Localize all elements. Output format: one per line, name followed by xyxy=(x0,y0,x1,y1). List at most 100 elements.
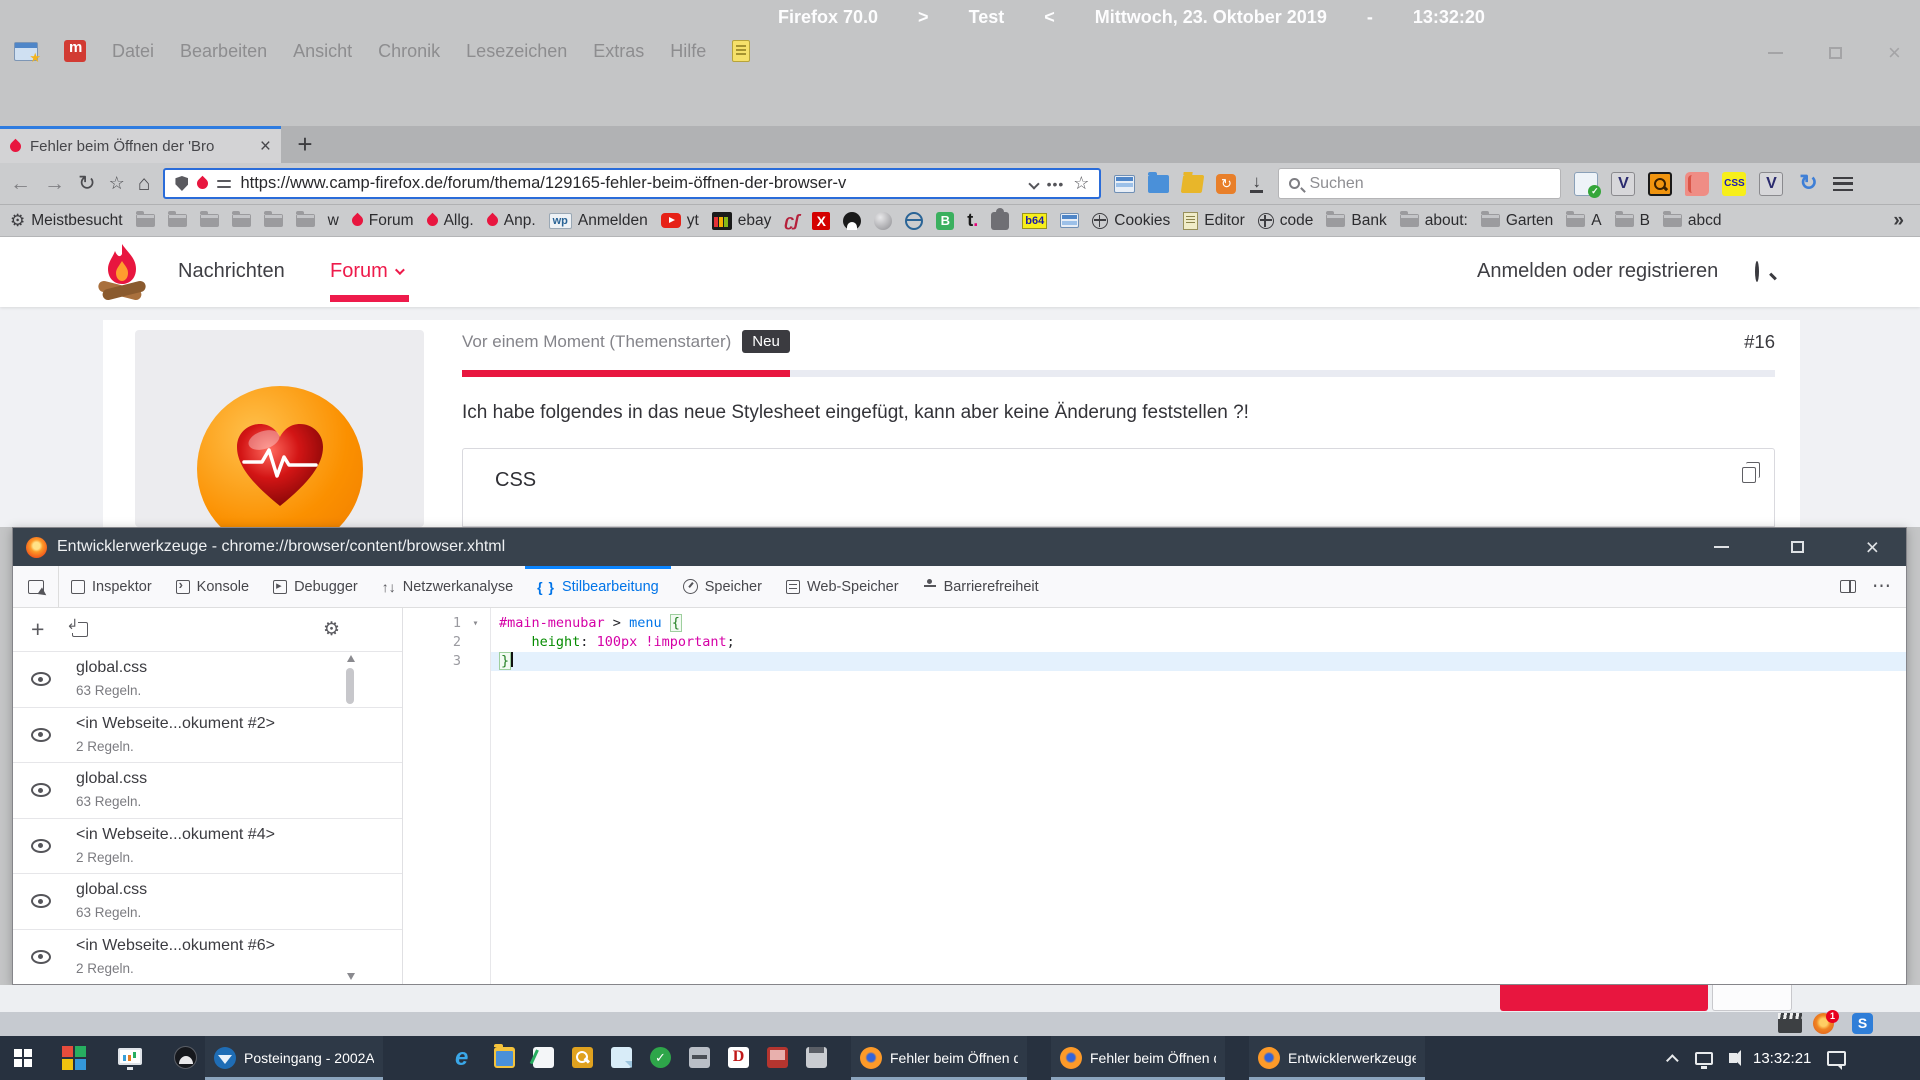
element-picker-button[interactable] xyxy=(13,566,59,607)
menu-bearbeiten[interactable]: Bearbeiten xyxy=(180,41,267,62)
sidebars-toolbar-icon[interactable] xyxy=(1114,175,1135,193)
bookmark-forum[interactable]: Forum xyxy=(352,212,414,230)
tab-web-speicher[interactable]: Web-Speicher xyxy=(774,566,911,607)
keepass-icon[interactable] xyxy=(572,1047,593,1068)
firefox-badge-icon[interactable]: 1 xyxy=(1813,1013,1834,1034)
site-nav-forum[interactable]: Forum xyxy=(330,260,402,283)
bookmark-code[interactable]: code xyxy=(1258,212,1314,230)
login-link[interactable]: Anmelden oder registrieren xyxy=(1477,260,1718,283)
bookmark-a[interactable]: A xyxy=(1566,212,1601,230)
forward-button[interactable]: → xyxy=(44,172,65,196)
start-button[interactable] xyxy=(14,1049,32,1067)
taskbar-devtools-window[interactable]: Entwicklerwerkzeuge ... xyxy=(1249,1036,1425,1080)
extension-session-icon[interactable] xyxy=(1574,172,1598,196)
github-icon[interactable] xyxy=(843,212,861,230)
bookmark-garten[interactable]: Garten xyxy=(1481,212,1553,230)
import-stylesheet-icon[interactable] xyxy=(72,622,88,637)
sidebar-scrollbar[interactable] xyxy=(344,651,357,984)
page-actions-dots-icon[interactable]: ••• xyxy=(1047,176,1065,192)
notebook-icon[interactable] xyxy=(533,1047,554,1068)
bookmark-star-icon[interactable]: ☆ xyxy=(1073,173,1089,194)
extension-v1-icon[interactable]: V xyxy=(1611,172,1635,196)
maximize-icon[interactable] xyxy=(1791,541,1804,553)
bookmark-anmelden[interactable]: wpAnmelden xyxy=(549,212,648,230)
fold-arrow-icon[interactable]: ▾ xyxy=(461,614,490,633)
bookmark-folder-icon[interactable] xyxy=(264,214,283,227)
pinned-photo-app-icon[interactable] xyxy=(174,1046,197,1069)
bookmark-window-icon[interactable] xyxy=(14,42,38,61)
card-reader-icon[interactable] xyxy=(689,1047,710,1068)
tab-konsole[interactable]: Konsole xyxy=(164,566,261,607)
devtools-titlebar[interactable]: Entwicklerwerkzeuge - chrome://browser/c… xyxy=(13,528,1906,566)
reload-button[interactable]: ↻ xyxy=(78,171,96,196)
library-star-button[interactable]: ☆ xyxy=(109,173,125,194)
extension-userscript-icon[interactable] xyxy=(1685,172,1709,196)
visibility-eye-icon[interactable] xyxy=(31,839,51,853)
bookmark-t-icon[interactable]: t. xyxy=(967,210,978,231)
bookmark-gf-glyph-icon[interactable]: ʗʃ xyxy=(784,211,799,231)
tab-close-icon[interactable]: × xyxy=(260,138,271,155)
new-stylesheet-button[interactable]: + xyxy=(31,616,44,643)
edge-icon[interactable]: e xyxy=(455,1047,476,1068)
scrollbar-thumb[interactable] xyxy=(346,668,354,704)
bookmark-folder-icon[interactable] xyxy=(232,214,251,227)
css-source-editor[interactable]: 1 ▾ #main-menubar > menu { 2 height: 100… xyxy=(403,608,1906,984)
green-bracket-icon[interactable]: B xyxy=(936,212,954,230)
close-icon[interactable]: × xyxy=(1888,46,1901,60)
campfire-logo[interactable] xyxy=(95,243,149,303)
scroll-up-icon[interactable] xyxy=(347,655,355,662)
menu-ansicht[interactable]: Ansicht xyxy=(293,41,352,62)
bookmark-folder-icon[interactable] xyxy=(168,214,187,227)
sticky-notes-icon[interactable] xyxy=(611,1047,632,1068)
tab-inspektor[interactable]: Inspektor xyxy=(59,566,164,607)
blue-folder-toolbar-icon[interactable] xyxy=(1148,175,1169,193)
printer-icon[interactable] xyxy=(806,1047,827,1068)
clapperboard-icon[interactable] xyxy=(1778,1013,1802,1033)
bookmark-b[interactable]: B xyxy=(1615,212,1650,230)
bookmark-x-icon[interactable]: X xyxy=(812,212,830,230)
menu-chronik[interactable]: Chronik xyxy=(378,41,440,62)
home-button[interactable]: ⌂ xyxy=(138,172,151,196)
taskbar-firefox-window-1[interactable]: Fehler beim Öffnen d... xyxy=(851,1036,1027,1080)
devtools-menu-dots-icon[interactable]: ⋯ xyxy=(1872,575,1892,598)
tracking-protection-shield-icon[interactable] xyxy=(175,176,188,191)
tab-debugger[interactable]: Debugger xyxy=(261,566,370,607)
bookmark-w[interactable]: w xyxy=(328,212,339,230)
post-number-link[interactable]: #16 xyxy=(1744,331,1775,353)
bookmark-allg[interactable]: Allg. xyxy=(427,212,474,230)
extension-v2-icon[interactable]: V xyxy=(1759,172,1783,196)
visibility-eye-icon[interactable] xyxy=(31,894,51,908)
taskbar-clock[interactable]: 13:32:21 xyxy=(1753,1050,1811,1067)
tab-barrierefreiheit[interactable]: Barrierefreiheit xyxy=(911,566,1051,607)
bookmark-ebay[interactable]: ebay xyxy=(712,212,772,230)
bookmark-editor[interactable]: Editor xyxy=(1183,212,1245,230)
back-button[interactable]: ← xyxy=(10,172,31,196)
post-avatar-panel[interactable] xyxy=(135,330,424,527)
maximize-icon[interactable] xyxy=(1829,47,1842,59)
tray-expand-chevron-icon[interactable] xyxy=(1666,1054,1679,1067)
minimize-icon[interactable] xyxy=(1714,546,1729,548)
bookmark-folder-icon[interactable] xyxy=(136,214,155,227)
red-m-icon[interactable] xyxy=(64,40,86,62)
taskbar-firefox-window-2[interactable]: Fehler beim Öffnen d... xyxy=(1051,1036,1225,1080)
search-input[interactable] xyxy=(1309,175,1550,193)
bookmark-bank[interactable]: Bank xyxy=(1326,212,1386,230)
urlbar-dropdown-chevron-icon[interactable] xyxy=(1028,178,1039,189)
bookmark-yt[interactable]: yt xyxy=(661,212,699,230)
reply-button-partial[interactable] xyxy=(1500,985,1708,1011)
menu-extras[interactable]: Extras xyxy=(593,41,644,62)
open-folder-toolbar-icon[interactable] xyxy=(1181,175,1205,193)
base64-icon[interactable]: b64 xyxy=(1022,213,1047,229)
pinned-collage-app-icon[interactable] xyxy=(62,1046,86,1070)
scroll-down-icon[interactable] xyxy=(347,973,355,980)
extension-magnifier-icon[interactable] xyxy=(1648,172,1672,196)
red-monitor-app-icon[interactable] xyxy=(767,1047,788,1068)
extension-sync-blue-icon[interactable]: ↻ xyxy=(1796,172,1820,196)
blue-globe-icon[interactable] xyxy=(905,212,923,230)
site-nav-nachrichten[interactable]: Nachrichten xyxy=(178,260,285,283)
close-icon[interactable]: × xyxy=(1866,540,1879,554)
tab-stilbearbeitung[interactable]: { }Stilbearbeitung xyxy=(525,566,671,607)
taskbar-mail-window-button[interactable]: Posteingang - 2002An... xyxy=(205,1036,383,1080)
pinned-monitor-app-icon[interactable] xyxy=(118,1048,142,1065)
bookmark-about[interactable]: about: xyxy=(1400,212,1468,230)
